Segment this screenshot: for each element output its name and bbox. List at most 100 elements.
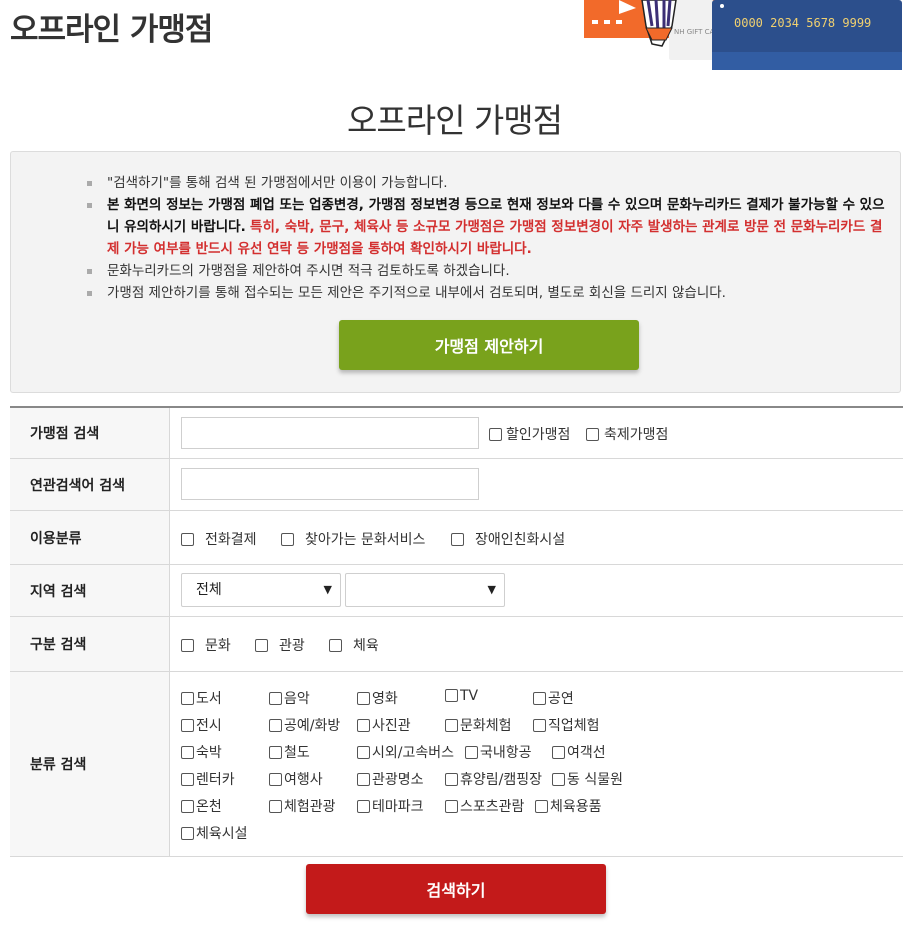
option-label: 관광 — [279, 638, 305, 654]
checkbox[interactable] — [445, 719, 458, 732]
checkbox[interactable] — [181, 692, 194, 705]
category-option[interactable]: 여객선 — [552, 742, 606, 762]
category-option[interactable]: 휴양림/캠핑장 — [445, 769, 542, 789]
category-option[interactable]: 여행사 — [269, 769, 323, 789]
checkbox[interactable] — [357, 800, 370, 813]
checkbox[interactable] — [465, 746, 478, 759]
checkbox[interactable] — [445, 800, 458, 813]
checkbox[interactable] — [489, 428, 502, 441]
related-search-input[interactable] — [181, 468, 479, 500]
option-label: 공예/화방 — [284, 718, 341, 734]
store-search-input[interactable] — [181, 417, 479, 449]
checkbox[interactable] — [181, 746, 194, 759]
checkbox[interactable] — [533, 719, 546, 732]
checkbox[interactable] — [451, 533, 464, 546]
category-option[interactable]: 사진관 — [357, 715, 411, 735]
checkbox[interactable] — [445, 773, 458, 786]
checkbox[interactable] — [357, 692, 370, 705]
category-option[interactable]: 철도 — [269, 742, 310, 762]
checkbox[interactable] — [586, 428, 599, 441]
checkbox[interactable] — [269, 692, 282, 705]
option-label: 전화결제 — [205, 532, 257, 548]
select-value: 전체 — [196, 582, 222, 598]
option-label: 체험관광 — [284, 799, 336, 815]
checkbox[interactable] — [329, 639, 342, 652]
category-option[interactable]: 영화 — [357, 688, 398, 708]
row-label: 연관검색어 검색 — [10, 459, 170, 510]
category-option[interactable]: 국내항공 — [465, 742, 532, 762]
option-label: 여행사 — [284, 772, 323, 788]
option-label: 테마파크 — [372, 799, 424, 815]
category-option[interactable]: 시외/고속버스 — [357, 742, 454, 762]
notice-list: "검색하기"를 통해 검색 된 가맹점에서만 이용이 가능합니다. 본 화면의 … — [87, 172, 893, 304]
category-option[interactable]: 스포츠관람 — [445, 796, 524, 816]
category-option[interactable]: TV — [445, 688, 478, 704]
category-option[interactable]: 도서 — [181, 688, 222, 708]
checkbox[interactable] — [552, 773, 565, 786]
festival-store-option[interactable]: 축제가맹점 — [586, 424, 668, 444]
option-label: 스포츠관람 — [460, 799, 525, 815]
region-select-primary[interactable]: 전체 ▼ — [181, 573, 341, 607]
checkbox[interactable] — [181, 719, 194, 732]
notice-box: "검색하기"를 통해 검색 된 가맹점에서만 이용이 가능합니다. 본 화면의 … — [10, 151, 901, 393]
division-tourism-option[interactable]: 관광 — [255, 635, 305, 655]
category-option[interactable]: 음악 — [269, 688, 310, 708]
checkbox[interactable] — [535, 800, 548, 813]
category-option[interactable]: 체육용품 — [535, 796, 602, 816]
option-label: 여객선 — [567, 745, 606, 761]
category-option[interactable]: 전시 — [181, 715, 222, 735]
category-option[interactable]: 온천 — [181, 796, 222, 816]
division-culture-option[interactable]: 문화 — [181, 635, 231, 655]
category-option[interactable]: 숙박 — [181, 742, 222, 762]
category-option[interactable]: 동 식물원 — [552, 769, 623, 789]
checkbox[interactable] — [269, 800, 282, 813]
option-label: 영화 — [372, 691, 398, 707]
phone-payment-option[interactable]: 전화결제 — [181, 529, 257, 549]
category-option[interactable]: 직업체험 — [533, 715, 600, 735]
row-usage: 이용분류 전화결제 찾아가는 문화서비스 장애인친화시설 — [10, 511, 903, 565]
checkbox[interactable] — [281, 533, 294, 546]
option-label: 시외/고속버스 — [372, 745, 454, 761]
option-label: 렌터카 — [196, 772, 235, 788]
checkbox[interactable] — [269, 746, 282, 759]
option-label: 체육시설 — [196, 826, 248, 842]
gift-card-banner: NH GIFT CA 0000 2034 5678 9999 — [584, 0, 902, 70]
checkbox[interactable] — [357, 773, 370, 786]
suggest-store-button[interactable]: 가맹점 제안하기 — [339, 320, 639, 370]
checkbox[interactable] — [533, 692, 546, 705]
checkbox[interactable] — [445, 689, 458, 702]
option-label: 온천 — [196, 799, 222, 815]
option-label: 국내항공 — [480, 745, 532, 761]
gift-card-number: 0000 2034 5678 9999 — [734, 16, 871, 30]
category-option[interactable]: 렌터카 — [181, 769, 235, 789]
checkbox[interactable] — [255, 639, 268, 652]
checkbox[interactable] — [269, 719, 282, 732]
checkbox[interactable] — [181, 827, 194, 840]
checkbox[interactable] — [269, 773, 282, 786]
category-option[interactable]: 공예/화방 — [269, 715, 340, 735]
accessible-facility-option[interactable]: 장애인친화시설 — [451, 529, 565, 549]
notice-text: 문화누리카드의 가맹점을 제안하여 주시면 적극 검토하도록 하겠습니다. — [107, 263, 510, 279]
discount-store-option[interactable]: 할인가맹점 — [489, 424, 570, 444]
checkbox[interactable] — [357, 746, 370, 759]
region-select-secondary[interactable]: ▼ — [345, 573, 505, 607]
visiting-service-option[interactable]: 찾아가는 문화서비스 — [281, 529, 425, 549]
checkbox[interactable] — [552, 746, 565, 759]
search-button[interactable]: 검색하기 — [306, 864, 606, 914]
category-option[interactable]: 문화체험 — [445, 715, 512, 735]
category-option[interactable]: 공연 — [533, 688, 574, 708]
row-label: 분류 검색 — [10, 672, 170, 856]
checkbox[interactable] — [181, 800, 194, 813]
category-option[interactable]: 테마파크 — [357, 796, 424, 816]
option-label: 동 식물원 — [567, 772, 623, 788]
notice-text: "검색하기"를 통해 검색 된 가맹점에서만 이용이 가능합니다. — [107, 175, 448, 191]
checkbox[interactable] — [181, 639, 194, 652]
checkbox[interactable] — [181, 773, 194, 786]
category-option[interactable]: 체육시설 — [181, 823, 248, 843]
category-option[interactable]: 체험관광 — [269, 796, 336, 816]
row-region: 지역 검색 전체 ▼ ▼ — [10, 565, 903, 617]
category-option[interactable]: 관광명소 — [357, 769, 424, 789]
division-sports-option[interactable]: 체육 — [329, 635, 379, 655]
checkbox[interactable] — [357, 719, 370, 732]
checkbox[interactable] — [181, 533, 194, 546]
